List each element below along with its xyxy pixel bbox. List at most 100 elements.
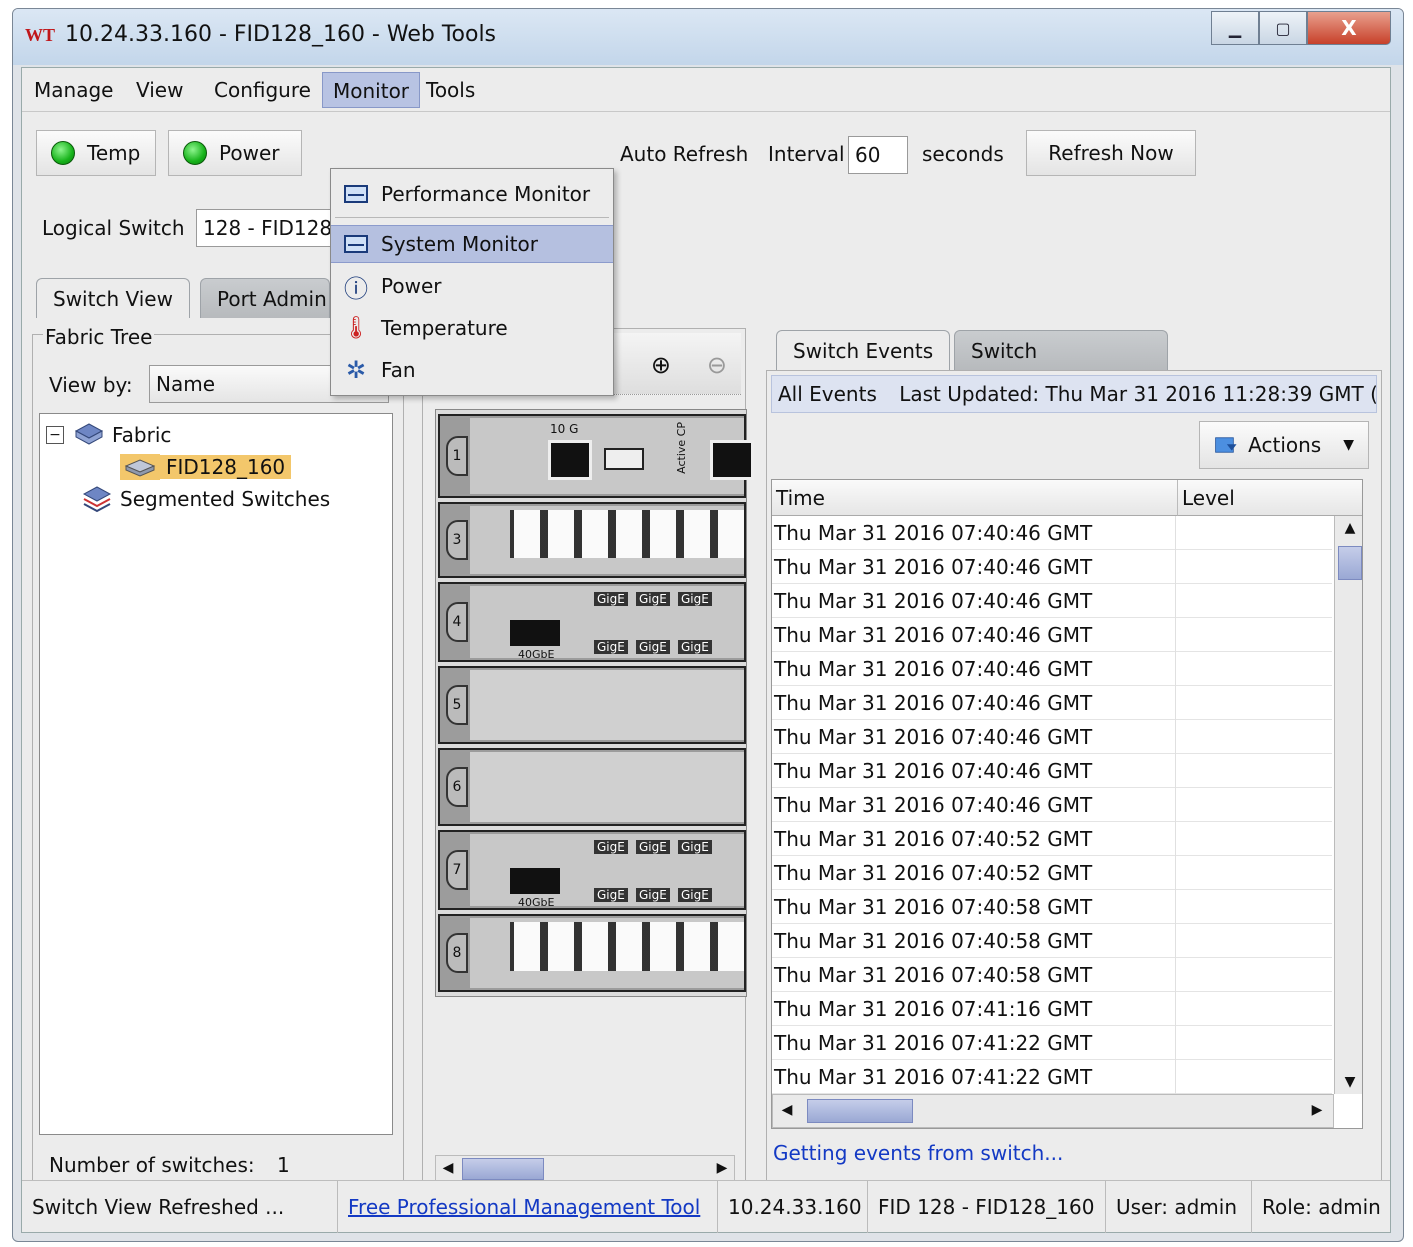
minimize-button[interactable]: ▁ [1211, 11, 1259, 45]
table-row[interactable]: Thu Mar 31 2016 07:40:46 GMT [772, 788, 1332, 822]
tab-switch-information[interactable]: Switch Information [954, 330, 1168, 403]
last-updated: Last Updated: Thu Mar 31 2016 11:28:39 G… [899, 382, 1377, 406]
table-row[interactable]: Thu Mar 31 2016 07:41:22 GMT [772, 1026, 1332, 1060]
chassis-hscroll[interactable]: ◀ ▶ [435, 1155, 735, 1183]
temp-status-icon [51, 141, 75, 165]
table-row[interactable]: Thu Mar 31 2016 07:40:52 GMT [772, 856, 1332, 890]
menu-configure[interactable]: Configure [204, 72, 321, 108]
slot-7[interactable]: 7 40GbE GigE GigE GigE GigE GigE GigE [438, 830, 746, 910]
slot-board: 10 G Active CP [470, 418, 754, 494]
event-time-cell: Thu Mar 31 2016 07:40:52 GMT [774, 856, 1176, 890]
events-hscroll[interactable]: ◀ ▶ [772, 1094, 1334, 1128]
tree-node-switch[interactable]: FID128_160 [120, 452, 292, 482]
menu-item-system-monitor[interactable]: System Monitor [331, 225, 613, 263]
table-row[interactable]: Thu Mar 31 2016 07:40:46 GMT [772, 754, 1332, 788]
free-tool-link[interactable]: Free Professional Management Tool [338, 1181, 718, 1233]
slot-5[interactable]: 5 [438, 666, 746, 744]
slot-6[interactable]: 6 [438, 748, 746, 826]
menu-manage[interactable]: Manage [24, 72, 123, 108]
gige-label: GigE [636, 840, 670, 854]
gige-label: GigE [594, 592, 628, 606]
table-row[interactable]: Thu Mar 31 2016 07:40:58 GMT [772, 890, 1332, 924]
events-vscroll[interactable]: ▲ ▼ [1334, 516, 1362, 1094]
switch-count-label: Number of switches: [49, 1153, 255, 1177]
logical-switch-select[interactable]: 128 - FID128_160 [196, 209, 336, 247]
gige-label: GigE [678, 640, 712, 654]
qsfp-port-icon[interactable] [510, 620, 560, 646]
tab-port-admin[interactable]: Port Admin [200, 278, 330, 318]
table-row[interactable]: Thu Mar 31 2016 07:40:46 GMT [772, 618, 1332, 652]
scroll-right-icon[interactable]: ▶ [1305, 1102, 1329, 1118]
event-time-cell: Thu Mar 31 2016 07:40:58 GMT [774, 958, 1176, 992]
gige-label: GigE [636, 888, 670, 902]
menu-item-performance-monitor[interactable]: Performance Monitor [331, 175, 613, 213]
menu-view[interactable]: View [126, 72, 193, 108]
menu-item-label: Fan [381, 358, 416, 382]
slot-board [470, 752, 744, 822]
table-row[interactable]: Thu Mar 31 2016 07:40:46 GMT [772, 550, 1332, 584]
thermometer-icon: 🌡 [342, 315, 370, 341]
scroll-thumb[interactable] [807, 1099, 913, 1123]
menu-tools[interactable]: Tools [416, 72, 485, 108]
table-row[interactable]: Thu Mar 31 2016 07:40:52 GMT [772, 822, 1332, 856]
event-time-cell: Thu Mar 31 2016 07:40:58 GMT [774, 924, 1176, 958]
ethernet-port-icon[interactable] [548, 440, 592, 480]
actions-button[interactable]: Actions ▼ [1199, 421, 1369, 469]
scroll-thumb[interactable] [1338, 546, 1362, 580]
table-row[interactable]: Thu Mar 31 2016 07:40:46 GMT [772, 652, 1332, 686]
scroll-left-icon[interactable]: ◀ [436, 1160, 460, 1176]
scroll-right-icon[interactable]: ▶ [710, 1160, 734, 1176]
collapse-icon[interactable]: − [46, 426, 64, 444]
status-ip: 10.24.33.160 [718, 1181, 868, 1233]
slot-4[interactable]: 4 40GbE GigE GigE GigE GigE GigE GigE [438, 582, 746, 662]
slot-3[interactable]: 3 [438, 502, 746, 578]
menu-monitor[interactable]: Monitor [322, 72, 421, 108]
column-time[interactable]: Time [772, 480, 1178, 516]
slot-8[interactable]: 8 [438, 914, 746, 992]
table-row[interactable]: Thu Mar 31 2016 07:40:58 GMT [772, 924, 1332, 958]
menu-item-temperature[interactable]: 🌡 Temperature [331, 309, 613, 347]
menu-item-power[interactable]: ⓘ Power [331, 267, 613, 305]
table-row[interactable]: Thu Mar 31 2016 07:40:46 GMT [772, 720, 1332, 754]
table-row[interactable]: Thu Mar 31 2016 07:41:22 GMT [772, 1060, 1332, 1094]
refresh-now-button[interactable]: Refresh Now [1026, 130, 1196, 176]
switch-label: FID128_160 [160, 455, 292, 479]
table-row[interactable]: Thu Mar 31 2016 07:40:58 GMT [772, 958, 1332, 992]
free-tool-link-text[interactable]: Free Professional Management Tool [348, 1195, 700, 1219]
interval-input[interactable]: 60 [848, 136, 908, 174]
zoom-in-icon[interactable]: ⊕ [651, 351, 671, 379]
table-row[interactable]: Thu Mar 31 2016 07:40:46 GMT [772, 584, 1332, 618]
table-row[interactable]: Thu Mar 31 2016 07:40:46 GMT [772, 516, 1332, 550]
view-by-label: View by: [49, 373, 133, 397]
temp-button[interactable]: Temp [36, 130, 156, 176]
scroll-left-icon[interactable]: ◀ [775, 1102, 799, 1118]
gige-label: GigE [594, 640, 628, 654]
scroll-up-icon[interactable]: ▲ [1338, 520, 1362, 536]
tree-node-fabric[interactable]: − Fabric [46, 420, 171, 450]
column-level[interactable]: Level [1178, 480, 1362, 516]
scroll-thumb[interactable] [462, 1158, 544, 1180]
power-button[interactable]: Power [168, 130, 302, 176]
title-bar[interactable]: WT 10.24.33.160 - FID128_160 - Web Tools… [13, 9, 1403, 65]
maximize-button[interactable]: ▢ [1259, 11, 1307, 45]
table-row[interactable]: Thu Mar 31 2016 07:40:46 GMT [772, 686, 1332, 720]
event-time-cell: Thu Mar 31 2016 07:40:46 GMT [774, 652, 1176, 686]
table-row[interactable]: Thu Mar 31 2016 07:41:16 GMT [772, 992, 1332, 1026]
menu-bar: Manage View Configure Monitor Tools [22, 68, 1390, 112]
tab-switch-events[interactable]: Switch Events [776, 330, 951, 370]
usb-port-icon[interactable] [604, 448, 644, 470]
tengig-label: 10 G [550, 422, 579, 436]
zoom-out-icon[interactable]: ⊖ [707, 351, 727, 379]
tab-switch-view[interactable]: Switch View [36, 278, 190, 318]
qsfp-port-icon[interactable] [510, 868, 560, 894]
gige-label: GigE [636, 592, 670, 606]
scroll-down-icon[interactable]: ▼ [1338, 1074, 1362, 1090]
serial-port-icon[interactable] [710, 440, 754, 480]
menu-item-label: Temperature [381, 316, 508, 340]
slot-1[interactable]: 1 10 G Active CP [438, 414, 754, 498]
fabric-label: Fabric [112, 423, 172, 447]
tree-node-segmented[interactable]: Segmented Switches [80, 484, 330, 514]
menu-item-fan[interactable]: ✲ Fan [331, 351, 613, 389]
close-button[interactable]: X [1307, 11, 1391, 45]
switch-count: 1 [277, 1153, 290, 1177]
